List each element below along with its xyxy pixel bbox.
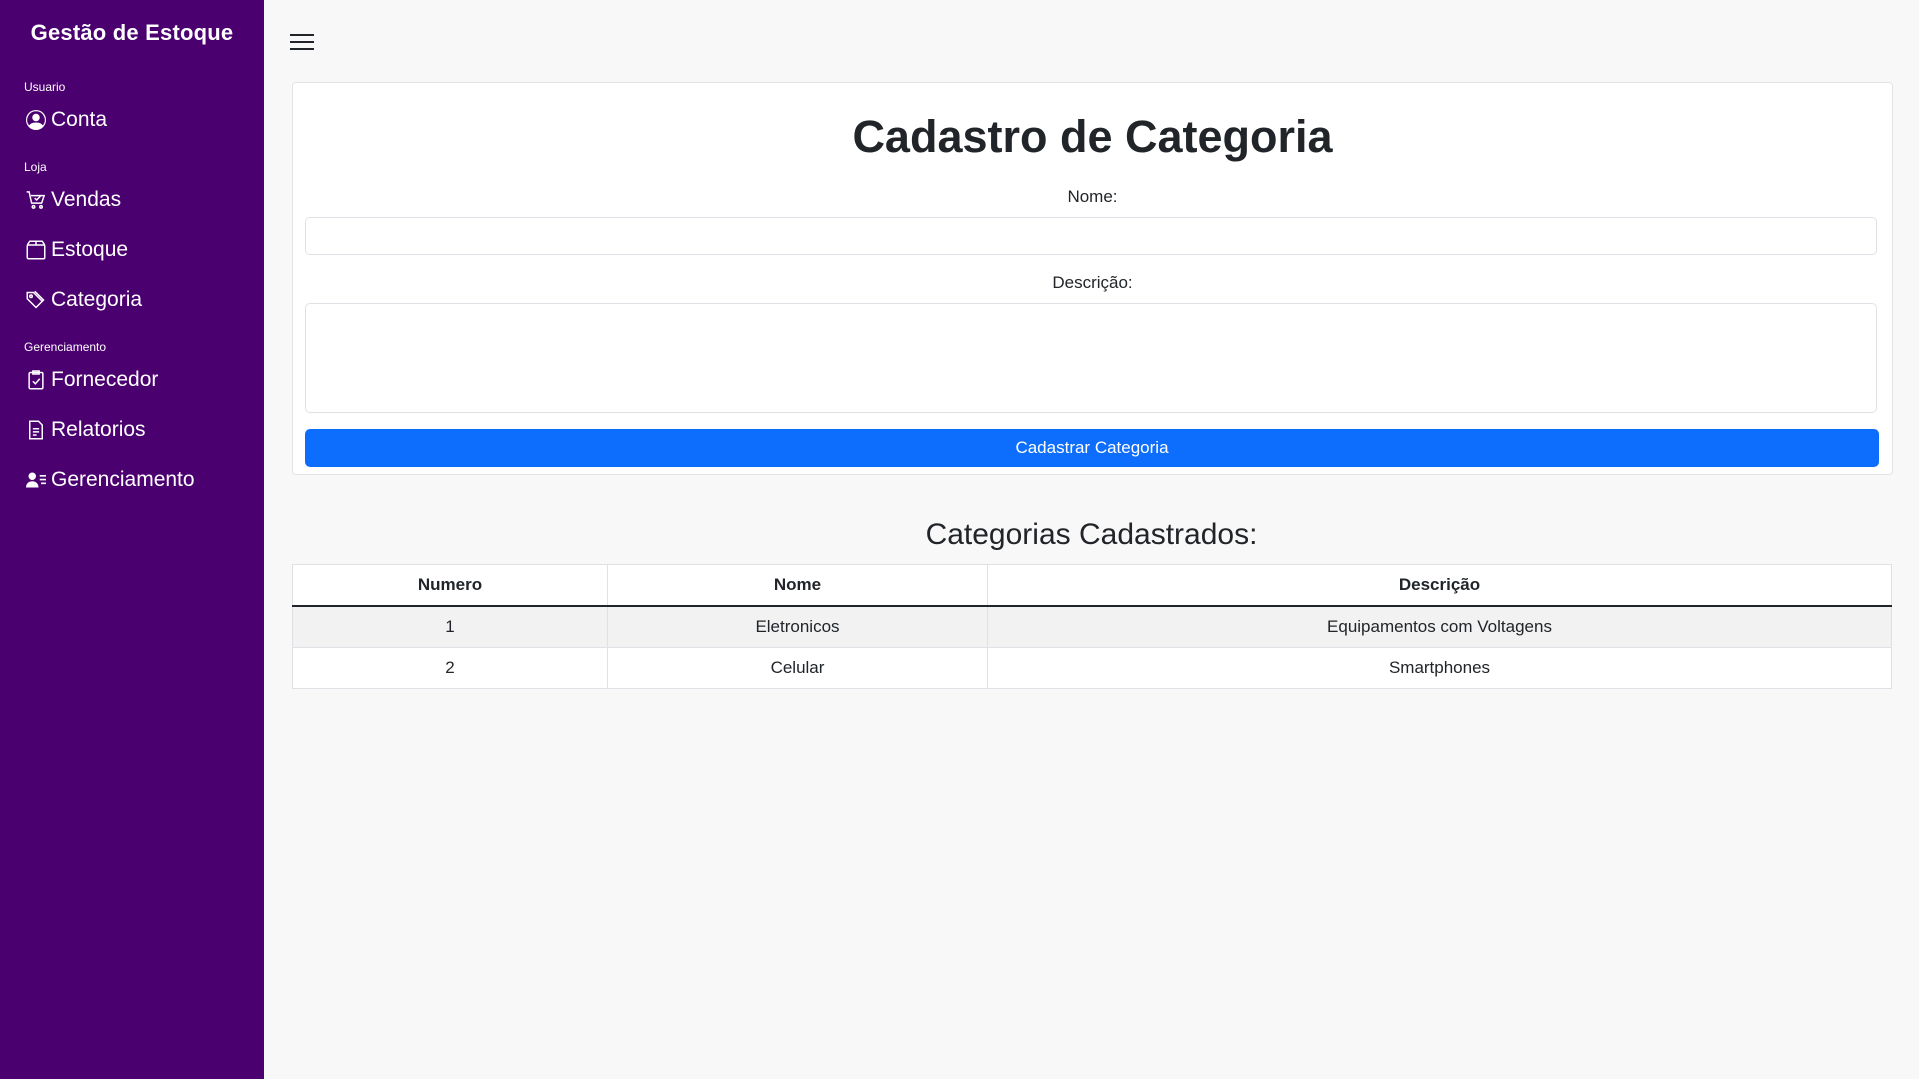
sidebar-item-relatorios[interactable]: Relatorios — [24, 412, 264, 448]
tags-icon — [24, 288, 48, 312]
sidebar-item-label: Conta — [51, 108, 108, 131]
sidebar-item-estoque[interactable]: Estoque — [24, 232, 264, 268]
column-header: Numero — [292, 564, 608, 607]
description-label: Descrição: — [1052, 273, 1133, 292]
sidebar-item-label: Fornecedor — [51, 368, 159, 391]
category-form-card: Cadastro de Categoria Nome: Descrição: C… — [292, 82, 1893, 475]
section-label-loja: Loja — [24, 160, 47, 174]
table-cell: 2 — [292, 647, 608, 689]
table-cell: 1 — [292, 605, 608, 648]
categories-list-title: Categorias Cadastrados: — [925, 518, 1258, 551]
submit-category-button[interactable]: Cadastrar Categoria — [305, 429, 1879, 467]
table-header-row: Numero Nome Descrição — [292, 564, 1892, 607]
categories-table: Numero Nome Descrição 1 Eletronicos Equi… — [292, 564, 1892, 689]
sidebar-item-conta[interactable]: Conta — [24, 102, 264, 138]
table-cell: Celular — [607, 647, 988, 689]
table-cell: Smartphones — [987, 647, 1892, 689]
table-row: 1 Eletronicos Equipamentos com Voltagens — [292, 605, 1892, 648]
section-label-gerenciamento: Gerenciamento — [24, 340, 107, 354]
person-circle-icon — [24, 108, 48, 132]
table-cell: Eletronicos — [607, 605, 988, 648]
section-label-usuario: Usuario — [24, 80, 66, 94]
person-lines-icon — [24, 468, 48, 492]
sidebar-item-vendas[interactable]: Vendas — [24, 182, 264, 218]
sidebar-item-label: Gerenciamento — [51, 468, 195, 491]
sidebar-item-label: Relatorios — [51, 418, 146, 441]
column-header: Descrição — [987, 564, 1892, 607]
clipboard-check-icon — [24, 368, 48, 392]
column-header: Nome — [607, 564, 988, 607]
sidebar-item-label: Vendas — [51, 188, 122, 211]
app-brand[interactable]: Gestão de Estoque — [0, 20, 264, 46]
file-text-icon — [24, 418, 48, 442]
table-row: 2 Celular Smartphones — [292, 647, 1892, 689]
cart-icon — [24, 188, 48, 212]
sidebar-item-fornecedor[interactable]: Fornecedor — [24, 362, 264, 398]
sidebar-item-categoria[interactable]: Categoria — [24, 282, 264, 318]
name-input[interactable] — [305, 217, 1877, 255]
description-textarea[interactable] — [305, 303, 1877, 413]
menu-toggle-icon[interactable] — [290, 34, 314, 56]
box-icon — [24, 238, 48, 262]
sidebar: Gestão de Estoque Usuario Conta Loja Ven… — [0, 0, 264, 1079]
page-title: Cadastro de Categoria — [852, 111, 1333, 162]
table-cell: Equipamentos com Voltagens — [987, 605, 1892, 648]
sidebar-item-label: Categoria — [51, 288, 143, 311]
name-label: Nome: — [1067, 187, 1118, 206]
sidebar-item-gerenciamento[interactable]: Gerenciamento — [24, 462, 264, 498]
sidebar-item-label: Estoque — [51, 238, 129, 261]
